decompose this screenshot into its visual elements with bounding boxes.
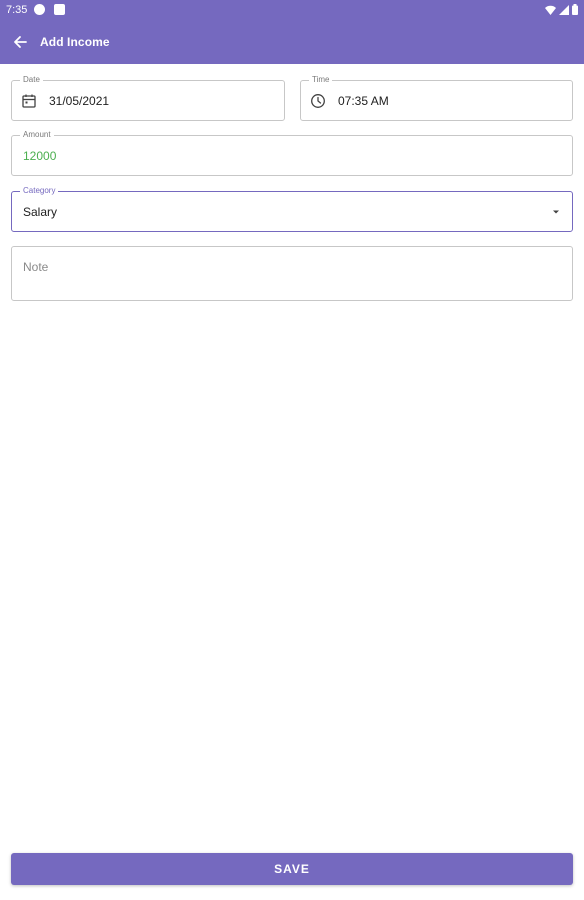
category-label: Category	[20, 186, 59, 196]
date-value: 31/05/2021	[49, 94, 110, 108]
time-field[interactable]: Time 07:35 AM	[300, 75, 573, 121]
date-label: Date	[20, 75, 43, 85]
time-label: Time	[309, 75, 333, 85]
amount-field[interactable]: Amount 12000	[11, 130, 573, 176]
time-value: 07:35 AM	[338, 94, 389, 108]
amount-label: Amount	[20, 130, 54, 140]
notification-sd-icon	[54, 4, 65, 15]
status-indicators	[545, 4, 578, 15]
note-placeholder: Note	[23, 260, 49, 274]
dropdown-arrow-icon	[553, 210, 559, 214]
amount-value: 12000	[23, 149, 57, 163]
date-field[interactable]: Date 31/05/2021	[11, 75, 285, 121]
page-title: Add Income	[40, 35, 110, 49]
cell-signal-icon	[559, 4, 569, 15]
wifi-icon	[545, 5, 556, 15]
category-dropdown[interactable]: Category Salary	[11, 186, 573, 232]
notification-app-icon	[34, 4, 45, 15]
back-button[interactable]	[10, 32, 30, 52]
save-button[interactable]: SAVE	[11, 853, 573, 885]
status-time: 7:35	[6, 4, 28, 16]
category-value: Salary	[23, 205, 58, 219]
note-field[interactable]: Note	[11, 246, 573, 301]
app-bar: Add Income	[0, 20, 584, 64]
arrow-back-icon	[14, 36, 27, 48]
status-bar: 7:35	[0, 0, 584, 20]
battery-icon	[572, 4, 578, 15]
clock-icon	[311, 94, 325, 108]
calendar-icon	[22, 94, 36, 108]
